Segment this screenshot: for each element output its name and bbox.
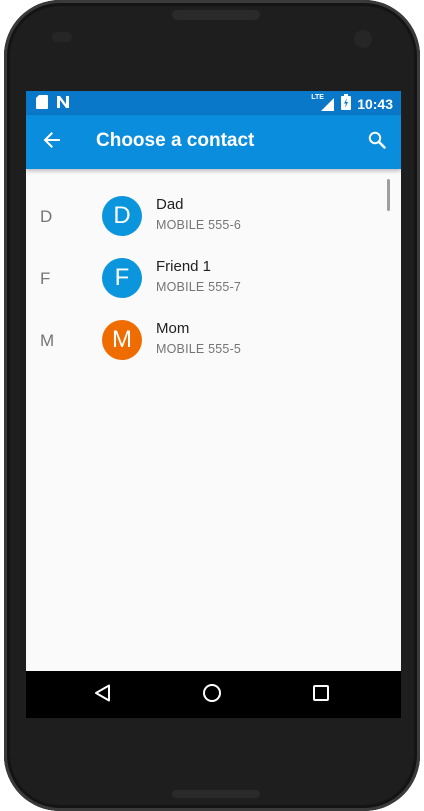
search-icon: [368, 131, 386, 154]
avatar: M: [102, 320, 142, 360]
contact-name: Dad: [156, 196, 184, 213]
signal-icon: LTE: [311, 94, 335, 112]
contact-name: Mom: [156, 320, 190, 337]
nav-home-button[interactable]: [196, 679, 228, 711]
proximity-sensor: [52, 32, 72, 42]
status-time: 10:43: [357, 95, 393, 112]
contact-name: Friend 1: [156, 258, 212, 275]
status-left-icons: [36, 95, 70, 114]
status-right-icons: LTE 10:43: [311, 94, 393, 113]
navigation-bar: [26, 671, 401, 718]
list-item-contact[interactable]: F F Friend 1 MOBILE 555-7: [26, 249, 401, 311]
back-triangle-icon: [94, 684, 112, 707]
arrow-back-icon: [43, 131, 61, 154]
contact-phone: MOBILE 555-7: [156, 280, 242, 294]
contact-phone: MOBILE 555-6: [156, 218, 242, 232]
scrollbar[interactable]: [387, 179, 390, 211]
sd-card-icon: [36, 95, 48, 114]
earpiece-speaker: [172, 10, 260, 20]
nav-recents-button[interactable]: [305, 679, 337, 711]
page-title: Choose a contact: [96, 130, 255, 151]
home-circle-icon: [202, 683, 222, 708]
search-button[interactable]: [361, 126, 393, 158]
contact-phone: MOBILE 555-5: [156, 342, 242, 356]
section-header-letter: F: [40, 269, 51, 288]
contact-list[interactable]: D D Dad MOBILE 555-6 F F Friend 1 MOBILE…: [26, 169, 401, 671]
section-header-letter: D: [40, 207, 53, 226]
nav-back-button[interactable]: [87, 679, 119, 711]
app-bar: Choose a contact: [26, 115, 401, 169]
battery-icon: [341, 94, 352, 113]
screen: LTE 10:43 Choose a contact D D Dad MOBIL…: [26, 91, 401, 718]
status-bar: LTE 10:43: [26, 91, 401, 115]
recents-square-icon: [313, 684, 329, 706]
list-item-contact[interactable]: D D Dad MOBILE 555-6: [26, 187, 401, 249]
list-item-contact[interactable]: M M Mom MOBILE 555-5: [26, 311, 401, 373]
avatar: F: [102, 258, 142, 298]
back-button[interactable]: [36, 126, 68, 158]
front-camera: [354, 30, 372, 48]
section-header-letter: M: [40, 331, 55, 350]
avatar: D: [102, 196, 142, 236]
nfc-n-icon: [56, 95, 70, 114]
bottom-speaker: [172, 790, 260, 798]
